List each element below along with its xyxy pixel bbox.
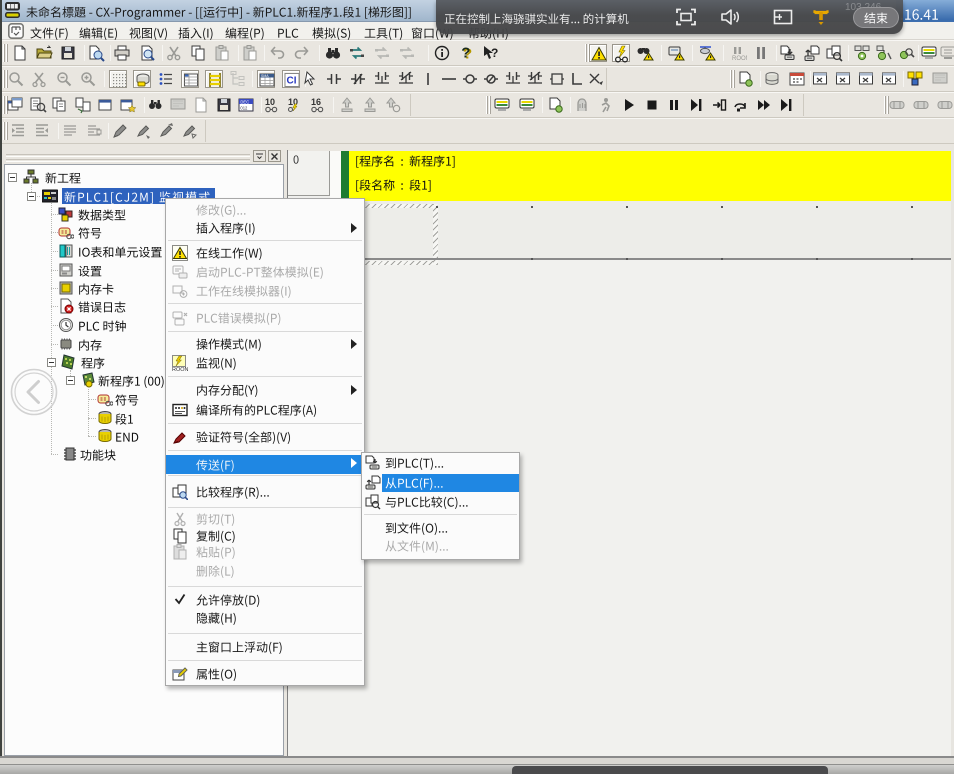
svg-text:DEC: DEC [240, 99, 249, 104]
svg-text:ROON: ROON [732, 56, 747, 62]
svg-text:012: 012 [240, 106, 248, 111]
svg-text:?: ? [461, 45, 470, 62]
svg-text:16: 16 [311, 97, 321, 107]
svg-text:10: 10 [288, 97, 298, 107]
svg-text:10: 10 [265, 97, 275, 107]
svg-text:CI: CI [287, 76, 297, 87]
svg-text:ROON: ROON [172, 367, 188, 371]
svg-text:SMA: SMA [261, 74, 269, 78]
svg-text:?: ? [491, 46, 498, 60]
